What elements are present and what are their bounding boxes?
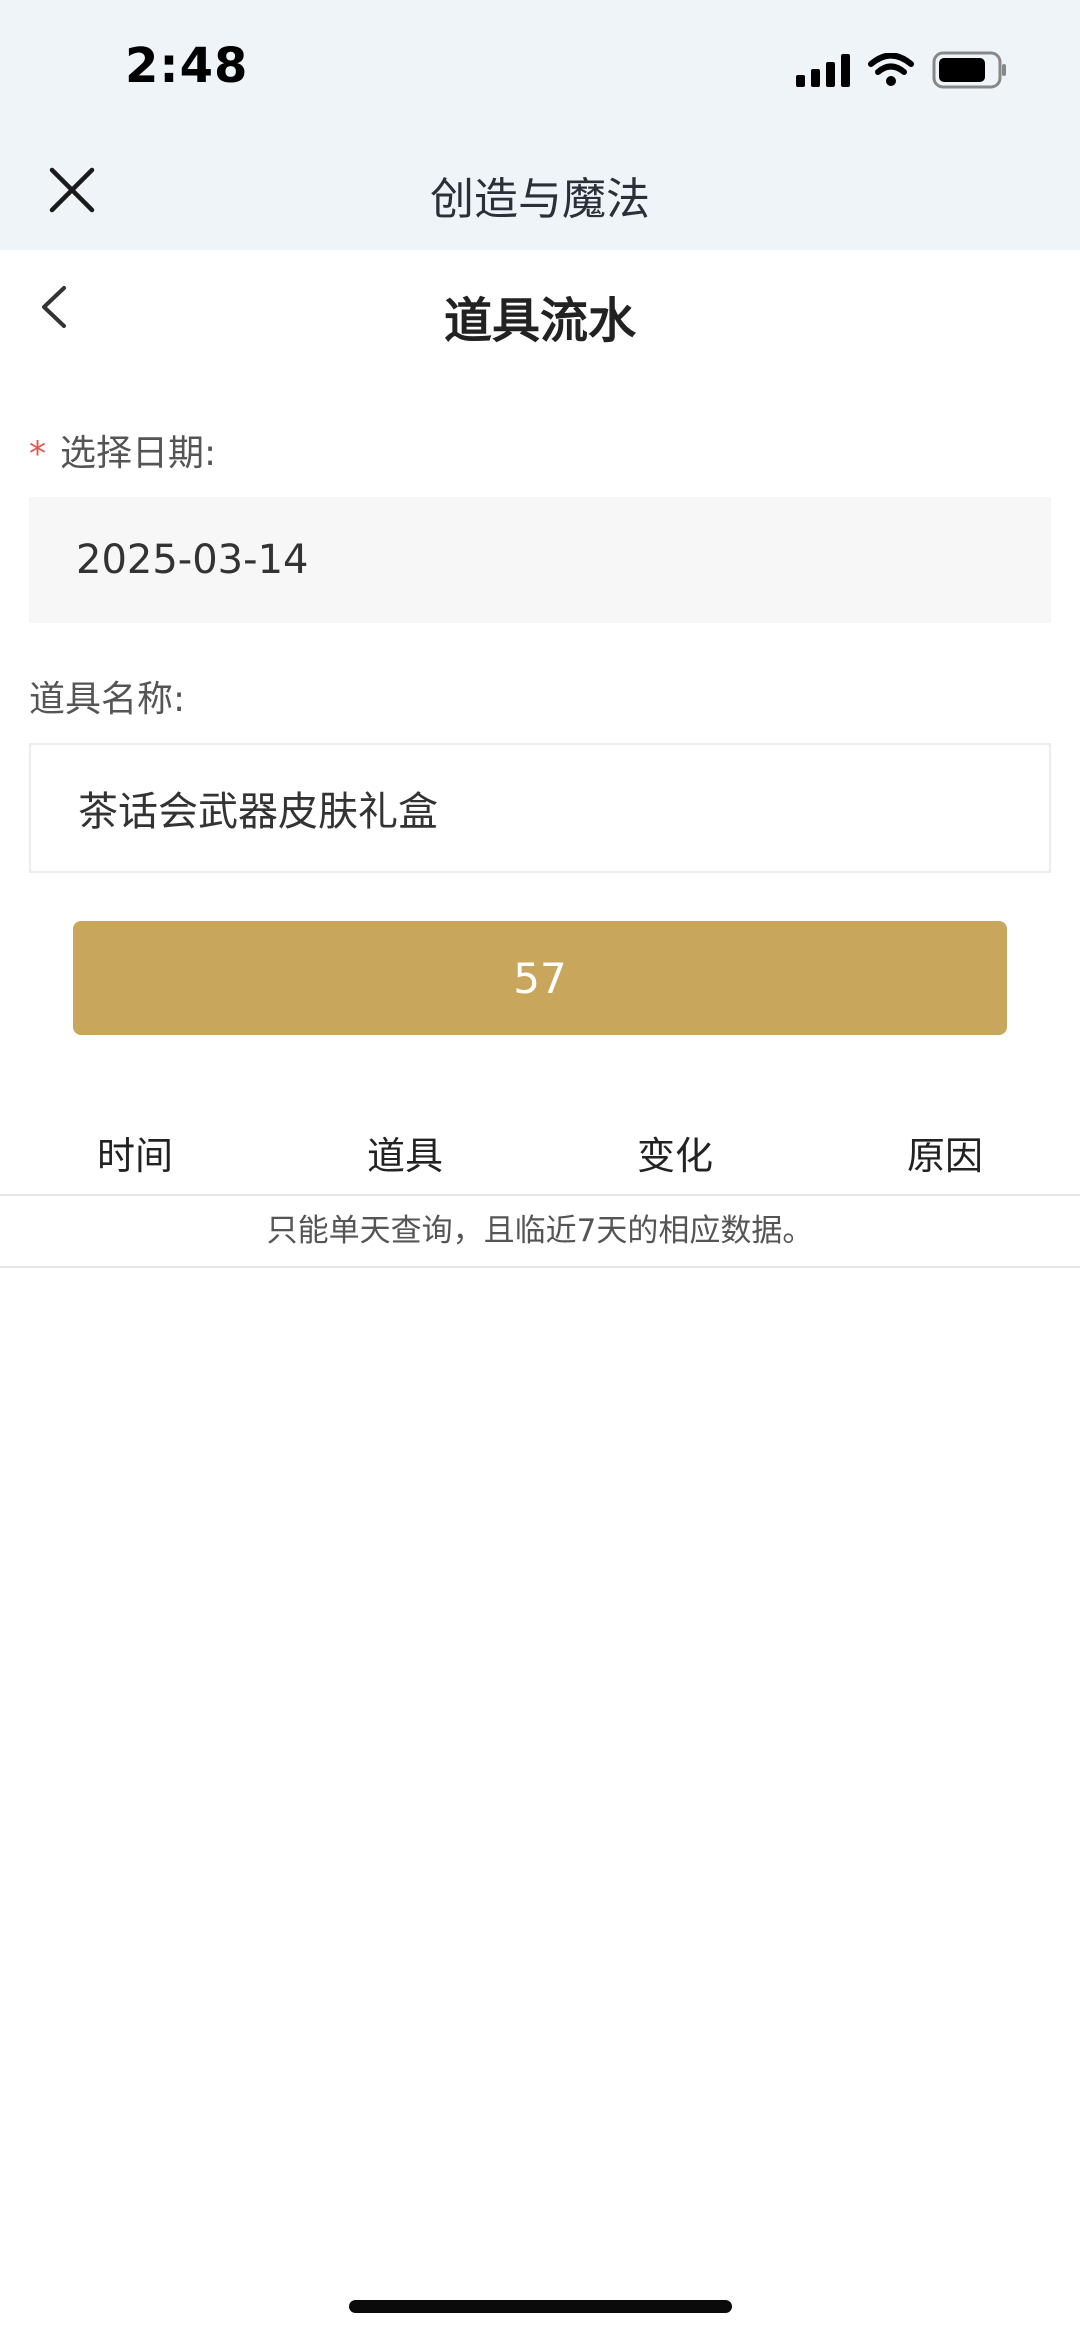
column-header-change: 变化 xyxy=(636,1134,713,1178)
cellular-signal-icon xyxy=(796,53,850,87)
date-picker-field[interactable]: 2025-03-14 xyxy=(29,497,1051,623)
empty-table-notice: 只能单天查询，且临近7天的相应数据。 xyxy=(0,1196,1080,1268)
wifi-icon xyxy=(868,53,914,86)
mini-program-header: 2:48 创造与魔法 xyxy=(0,0,1080,250)
required-mark: * xyxy=(29,434,46,474)
column-header-reason: 原因 xyxy=(906,1134,983,1178)
item-name-input[interactable]: 茶话会武器皮肤礼盒 xyxy=(29,743,1051,873)
mini-program-title: 创造与魔法 xyxy=(430,174,650,225)
status-icons xyxy=(796,50,1008,90)
home-indicator[interactable] xyxy=(349,2300,732,2313)
item-name-value: 茶话会武器皮肤礼盒 xyxy=(78,789,438,835)
date-value: 2025-03-14 xyxy=(76,537,309,583)
status-time: 2:48 xyxy=(125,38,249,94)
column-header-time: 时间 xyxy=(96,1134,173,1178)
query-button[interactable]: 57 xyxy=(73,921,1007,1035)
battery-icon xyxy=(932,51,1006,89)
page-title: 道具流水 xyxy=(443,293,636,349)
date-label: 选择日期: xyxy=(60,433,217,474)
column-header-item: 道具 xyxy=(366,1134,443,1178)
item-name-label: 道具名称: xyxy=(29,679,186,720)
date-label-row: * 选择日期: xyxy=(29,424,216,476)
table-header: 时间 道具 变化 原因 xyxy=(0,1120,1080,1196)
